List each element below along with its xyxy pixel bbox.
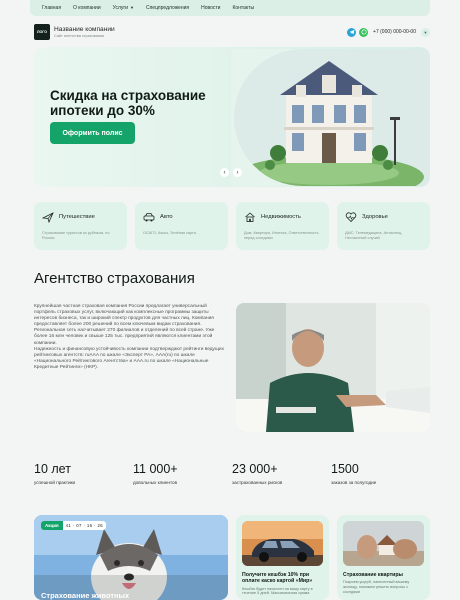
house-model-photo [343, 521, 424, 566]
category-card-property[interactable]: Недвижимость Дом, Квартира, Ипотека, Отв… [236, 202, 329, 250]
promo-tag: Акция [41, 521, 63, 530]
nav-about[interactable]: О компании [73, 5, 101, 11]
stat-label: заказов за полугодие [331, 480, 377, 485]
hero-banner: Скидка на страхование ипотеки до 30% Офо… [34, 47, 430, 187]
stat-label: застрахованных рисков [232, 480, 283, 485]
category-description: Страхование туристов за рубежом, по Росс… [42, 231, 110, 240]
stat-item: 1500 заказов за полугодие [331, 462, 430, 485]
company-name: Название компании [54, 26, 115, 33]
stat-value: 1500 [331, 462, 359, 476]
nav-contacts[interactable]: Контакты [232, 5, 254, 11]
stat-item: 23 000+ застрахованных рисков [232, 462, 331, 485]
section-title: Агентство страхования [34, 270, 195, 287]
phone-number[interactable]: +7 (000) 000-00-00 [373, 29, 416, 35]
car-photo [242, 521, 323, 566]
promo-description: Кешбэк будет начислен на вашу карту в те… [242, 586, 313, 596]
promo-title: Страхование квартиры [343, 572, 403, 578]
telegram-icon[interactable] [347, 27, 357, 37]
category-title: Недвижимость [261, 214, 301, 220]
promo-card-apartment[interactable]: Страхование квартиры Покроем ущерб, нане… [337, 515, 430, 600]
category-title: Здоровье [362, 214, 388, 220]
category-card-travel[interactable]: Путешествие Страхование туристов за рубе… [34, 202, 127, 250]
company-block: Название компании Сайт агентства страхов… [54, 26, 115, 38]
plane-icon [42, 212, 54, 223]
stats-row: 10 лет успешной практики 11 000+ довольн… [34, 462, 430, 485]
promo-title: Получите кешбэк 10% при оплате каско кар… [242, 572, 313, 585]
hero-title: Скидка на страхование ипотеки до 30% [50, 88, 206, 118]
nav-services[interactable]: Услуги ▼ [113, 5, 134, 11]
category-description: ДМС, Телемедицина, Антиклещ, Несчастный … [345, 231, 403, 240]
site-header: ЛОГО Название компании Сайт агентства ст… [34, 22, 430, 42]
header-contacts: +7 (000) 000-00-00 ▼ [347, 27, 430, 37]
category-card-health[interactable]: Здоровье ДМС, Телемедицина, Антиклещ, Не… [337, 202, 430, 250]
stat-label: довольных клиентов [133, 480, 178, 485]
chevron-down-icon: ▼ [130, 5, 134, 10]
stat-item: 11 000+ довольных клиентов [133, 462, 232, 485]
promo-description: Покроем ущерб, нанесенный вашему жилищу,… [343, 580, 410, 594]
stat-label: успешной практики [34, 480, 76, 485]
stat-item: 10 лет успешной практики [34, 462, 133, 485]
about-paragraph: Крупнейшая частная страховая компания Ро… [34, 304, 215, 346]
house-icon [245, 212, 255, 222]
category-title: Авто [160, 214, 173, 220]
company-subtitle: Сайт агентства страхования [54, 34, 105, 38]
car-icon [143, 213, 155, 222]
promo-card-cashback[interactable]: Получите кешбэк 10% при оплате каско кар… [236, 515, 329, 600]
prev-arrow-icon[interactable]: ‹ [220, 168, 229, 177]
stat-value: 10 лет [34, 462, 71, 476]
apply-policy-button[interactable]: Оформить полис [50, 122, 135, 144]
stat-value: 11 000+ [133, 462, 178, 476]
category-description: Дом, Квартира, Ипотека, Ответственность … [244, 231, 319, 240]
category-description: ОСАГО, Каско, Зелёная карта [143, 231, 196, 235]
insurance-categories: Путешествие Страхование туристов за рубе… [34, 202, 430, 250]
about-paragraph: Надежность и финансовую устойчивость ком… [34, 346, 224, 370]
promo-card-pets[interactable]: Акция 41 · 07 · 16 · 26 Страхование живо… [34, 515, 228, 600]
logo[interactable]: ЛОГО [34, 24, 50, 40]
next-arrow-icon[interactable]: › [233, 168, 242, 177]
nav-services-label: Услуги [112, 5, 128, 11]
category-card-auto[interactable]: Авто ОСАГО, Каско, Зелёная карта [135, 202, 228, 250]
about-text: Крупнейшая частная страховая компания Ро… [34, 304, 224, 371]
hero-slider-controls: ‹ › [220, 168, 242, 177]
nav-offers[interactable]: Спецпредложения [146, 5, 189, 11]
heart-pulse-icon [345, 212, 357, 223]
agent-handshake-photo [236, 303, 430, 432]
whatsapp-icon[interactable] [359, 27, 369, 37]
house-image [234, 49, 429, 186]
top-navigation: Главная О компании Услуги ▼ Спецпредложен… [30, 0, 430, 16]
category-title: Путешествие [59, 214, 95, 220]
chevron-down-icon[interactable]: ▼ [421, 27, 430, 37]
promo-caption: Страхование животных [41, 591, 130, 600]
promo-badge: Акция 41 · 07 · 16 · 26 [41, 521, 107, 530]
nav-home[interactable]: Главная [42, 5, 61, 11]
nav-news[interactable]: Новости [201, 5, 220, 11]
stat-value: 23 000+ [232, 462, 278, 476]
promo-timer: 41 · 07 · 16 · 26 [65, 523, 104, 528]
